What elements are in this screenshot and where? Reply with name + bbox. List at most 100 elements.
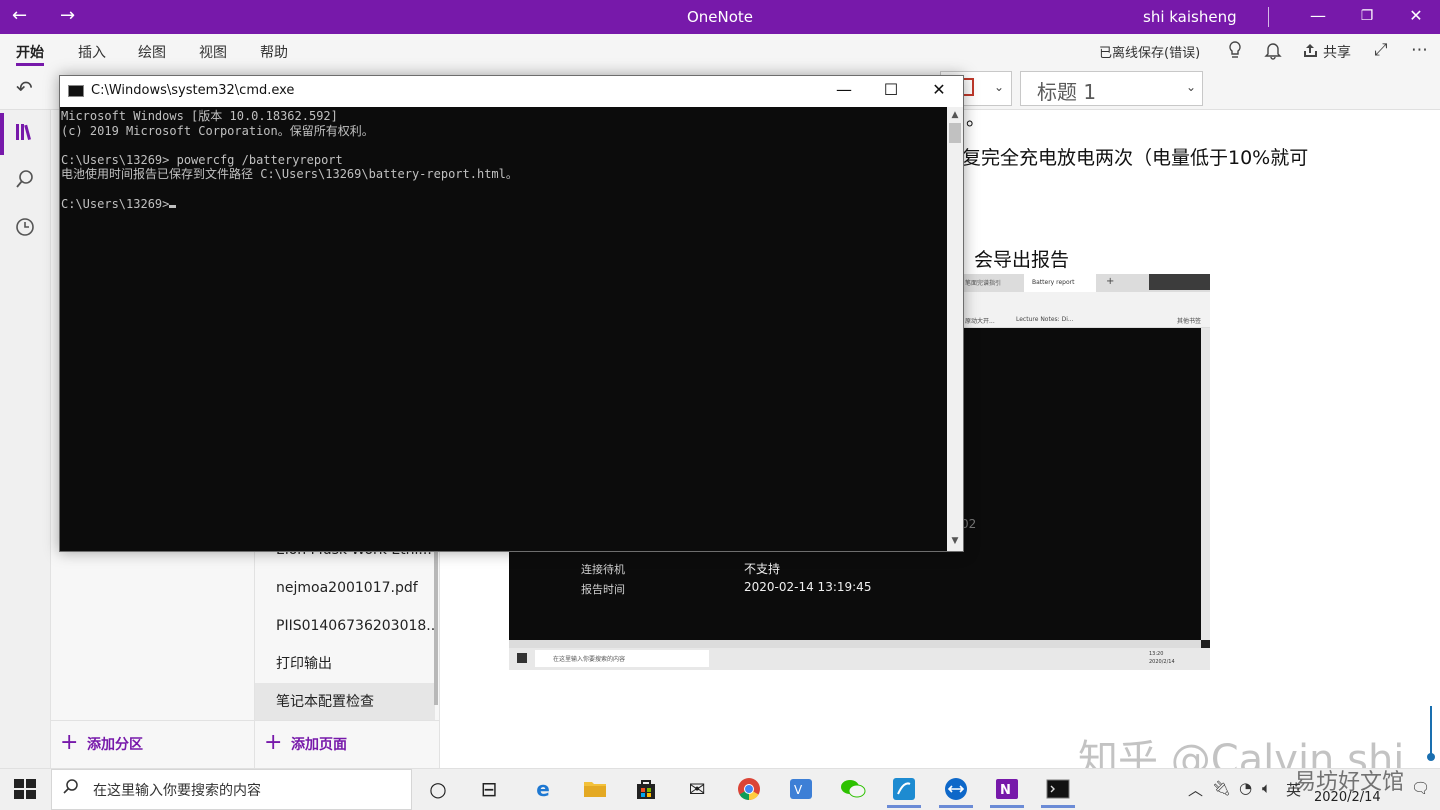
console-prompt: C:\Users\13269> — [61, 196, 170, 211]
search-icon[interactable] — [14, 168, 36, 195]
share-icon[interactable] — [1301, 42, 1319, 65]
notebooks-icon[interactable] — [14, 121, 36, 148]
add-icon[interactable]: + — [264, 730, 282, 755]
bookmark-item: 其他书签 — [1177, 318, 1202, 325]
expand-icon[interactable]: ⤢ — [1374, 40, 1388, 60]
more-options-icon[interactable]: ⋯ — [1411, 40, 1428, 60]
running-indicator — [939, 805, 973, 808]
tab-draw[interactable]: 绘图 — [138, 42, 166, 62]
close-icon[interactable]: ✕ — [1401, 6, 1431, 25]
lightbulb-icon[interactable] — [1226, 40, 1244, 65]
notification-center-icon[interactable]: 🗨︎ — [1411, 779, 1430, 797]
recent-clock-icon[interactable] — [14, 216, 36, 243]
report-value: 不支持 — [744, 562, 781, 576]
active-tab-indicator — [16, 63, 44, 66]
scroll-down-icon[interactable]: ▼ — [947, 536, 963, 546]
file-explorer-icon[interactable] — [578, 773, 612, 805]
embedded-clock-time: 13:20 — [1149, 651, 1164, 657]
restore-icon[interactable]: ❐ — [1352, 8, 1382, 24]
pages-scrollbar[interactable] — [434, 545, 438, 705]
chrome-icon[interactable] — [732, 773, 766, 805]
volume-icon[interactable]: 🔈︎ — [1262, 779, 1271, 797]
tab-home[interactable]: 开始 — [16, 42, 44, 62]
console-line: Microsoft Windows [版本 10.0.18362.592] — [61, 109, 338, 123]
note-text[interactable]: 。 — [966, 104, 985, 131]
command-prompt-icon[interactable] — [1041, 773, 1075, 805]
note-text[interactable]: 会导出报告 — [974, 245, 1069, 272]
console-line: (c) 2019 Microsoft Corporation。保留所有权利。 — [61, 123, 374, 138]
onenote-icon[interactable]: N — [990, 773, 1024, 805]
svg-text:V: V — [794, 783, 803, 797]
embedded-search-box: 在这里输入你要搜索的内容 — [535, 650, 709, 667]
teamviewer-icon[interactable] — [939, 773, 973, 805]
report-value: 2020-02-14 13:19:45 — [744, 580, 872, 594]
text-cursor — [169, 204, 177, 208]
console-line: C:\Users\13269> powercfg /batteryreport — [61, 152, 343, 167]
scroll-up-icon[interactable]: ▲ — [947, 110, 963, 120]
style-dropdown-value: 标题 1 — [1037, 80, 1097, 104]
browser-tab-label: 笔面完谱指引 — [965, 280, 1002, 287]
add-icon[interactable]: + — [60, 730, 78, 755]
wechat-icon[interactable] — [836, 773, 870, 805]
browser-tab-active: Battery report — [1024, 274, 1096, 292]
chevron-down-icon[interactable]: ⌄ — [994, 80, 1004, 94]
running-indicator — [1041, 805, 1075, 808]
task-view-icon[interactable]: ⊟ — [472, 773, 506, 805]
power-plug-icon[interactable]: 🔌︎ — [1212, 779, 1231, 797]
cmd-scrollbar[interactable] — [947, 107, 963, 551]
left-nav — [0, 110, 51, 768]
bell-icon[interactable] — [1264, 40, 1282, 65]
embedded-clock-date: 2020/2/14 — [1149, 659, 1175, 665]
browser-window-controls — [1149, 274, 1210, 290]
bookmark-item: 原动大开... — [965, 318, 995, 325]
tab-insert[interactable]: 插入 — [78, 42, 106, 62]
tab-help[interactable]: 帮助 — [260, 42, 288, 62]
page-item-selected[interactable]: 笔记本配置检查 — [255, 683, 435, 721]
undo-icon[interactable]: ↶ — [16, 76, 33, 100]
cmd-window[interactable]: C:\Windows\system32\cmd.exe — ☐ ✕ Micros… — [59, 75, 964, 552]
windows-start-icon[interactable] — [14, 779, 36, 799]
sync-status[interactable]: 已离线保存(错误) — [1099, 42, 1200, 61]
bookmark-item: Lecture Notes: Di... — [1016, 316, 1074, 323]
page-item[interactable]: 打印输出 — [255, 645, 435, 683]
embedded-clock: 13:20 2020/2/14 — [1149, 650, 1175, 666]
tab-view[interactable]: 视图 — [199, 42, 227, 62]
running-indicator — [990, 805, 1024, 808]
edge-browser-icon[interactable]: e — [526, 773, 560, 805]
user-name[interactable]: shi kaisheng — [1143, 8, 1237, 26]
console-prompt-line: C:\Users\13269> — [61, 197, 947, 212]
add-section-button[interactable]: 添加分区 — [87, 734, 143, 754]
chevron-down-icon[interactable]: ⌄ — [1186, 80, 1196, 94]
console-line: 电池使用时间报告已保存到文件路径 C:\Users\13269\battery-… — [61, 167, 518, 182]
zoom-slider[interactable] — [1427, 706, 1435, 762]
minimize-icon[interactable]: — — [1303, 6, 1333, 25]
tray-overflow-icon[interactable]: ︿ — [1188, 779, 1203, 800]
report-label: 连接待机 — [581, 563, 625, 576]
running-indicator — [887, 805, 921, 808]
add-page-button[interactable]: 添加页面 — [291, 734, 347, 754]
cmd-app-icon — [68, 85, 84, 97]
note-text[interactable]: 复完全充电放电两次（电量低于10%就可 — [962, 143, 1308, 170]
search-icon — [62, 778, 80, 801]
wifi-icon[interactable]: ◔ — [1239, 779, 1252, 797]
page-item[interactable]: nejmoa2001017.pdf — [255, 569, 435, 607]
maximize-icon[interactable]: ☐ — [871, 80, 911, 99]
close-icon[interactable]: ✕ — [919, 80, 959, 99]
minimize-icon[interactable]: — — [824, 80, 864, 99]
cmd-scrollbar-thumb[interactable] — [949, 123, 961, 143]
new-tab-icon: + — [1106, 276, 1115, 287]
nav-active-indicator — [0, 113, 4, 155]
mail-icon[interactable]: ✉ — [680, 773, 714, 805]
vpn-app-icon[interactable]: V — [784, 773, 818, 805]
store-icon[interactable] — [629, 773, 663, 805]
cmd-window-title: C:\Windows\system32\cmd.exe — [91, 83, 295, 98]
watermark-site: 易坊好文馆 — [1294, 770, 1405, 795]
cortana-icon[interactable]: ○ — [421, 773, 455, 805]
cmd-console-output[interactable]: Microsoft Windows [版本 10.0.18362.592] (c… — [60, 107, 947, 551]
embedded-hscrollbar — [509, 640, 1201, 648]
share-button[interactable]: 共享 — [1323, 42, 1351, 62]
feishu-app-icon[interactable] — [887, 773, 921, 805]
page-item[interactable]: PIIS01406736203018... — [255, 607, 435, 645]
